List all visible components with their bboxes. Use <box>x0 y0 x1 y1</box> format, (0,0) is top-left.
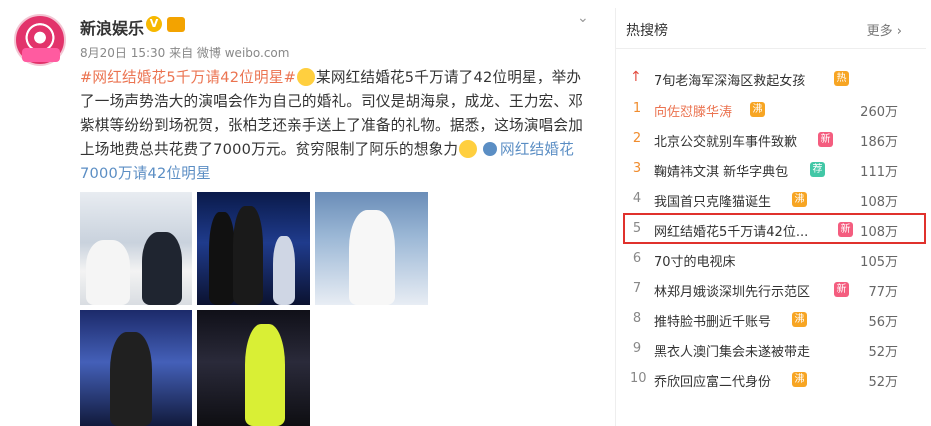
hot-search-item[interactable]: 10 乔欣回应富二代身份 沸 52万 <box>616 365 926 394</box>
post-image-4[interactable] <box>80 310 192 426</box>
post-image-1[interactable] <box>80 192 192 305</box>
hot-search-item[interactable]: 9 黑衣人澳门集会未遂被带走 52万 <box>616 335 926 364</box>
topic-link[interactable]: #网红结婚花5千万请42位明星# <box>80 69 296 86</box>
search-count: 108万 <box>860 195 898 210</box>
item-title: 向佐怼滕华涛 <box>654 105 733 120</box>
item-title: 网红结婚花5千万请42位... <box>654 225 809 240</box>
search-count: 260万 <box>860 105 898 120</box>
weibo-post: 新浪娱乐 V ⌄ 8月20日 15:30 来自 微博 weibo.com #网红… <box>0 0 600 426</box>
search-count: 105万 <box>860 255 898 270</box>
rank-number: 7 <box>632 281 642 296</box>
mc-figure <box>110 332 152 426</box>
hot-search-item[interactable]: 3 鞠婧祎文淇 新华字典包 荐 111万 <box>616 155 926 184</box>
hot-search-item[interactable]: 7 林郑月娥谈深圳先行示范区 新 77万 <box>616 275 926 304</box>
more-link[interactable]: 更多 › <box>867 20 902 39</box>
host-figure <box>233 206 263 305</box>
item-title: 推特脸书删近千账号 <box>654 315 772 330</box>
panel-title: 热搜榜 <box>626 23 668 39</box>
singer-figure <box>209 212 235 305</box>
member-badge-icon <box>167 17 185 32</box>
post-image-2[interactable] <box>197 192 310 305</box>
author-name[interactable]: 新浪娱乐 <box>80 15 144 39</box>
search-count: 56万 <box>868 315 898 330</box>
item-title: 70寸的电视床 <box>654 255 736 270</box>
item-title: 我国首只克隆猫诞生 <box>654 195 772 210</box>
item-title: 鞠婧祎文淇 新华字典包 <box>654 165 789 180</box>
item-title: 7旬老海军深海区救起女孩 <box>654 74 806 89</box>
guest-figure <box>273 236 295 305</box>
performer-figure <box>349 210 395 305</box>
hot-tag: 沸 <box>750 102 765 117</box>
hot-tag: 沸 <box>792 372 807 387</box>
item-title: 乔欣回应富二代身份 <box>654 375 772 390</box>
hot-tag: 沸 <box>792 312 807 327</box>
hot-search-item-highlighted[interactable]: 5 网红结婚花5千万请42位... 新 108万 <box>616 215 926 244</box>
emoji-icon <box>459 140 478 158</box>
new-tag: 新 <box>834 282 849 297</box>
post-text: #网红结婚花5千万请42位明星# 某网红结婚花5千万请了42位明星，举办了一场声势… <box>80 66 585 186</box>
rank-number: 10 <box>630 371 647 386</box>
search-count: 111万 <box>860 165 898 180</box>
post-image-5[interactable] <box>197 310 310 426</box>
post-image-3[interactable] <box>315 192 428 305</box>
rank-number: 4 <box>632 191 642 206</box>
bride-figure <box>86 240 130 305</box>
search-count: 52万 <box>868 345 898 360</box>
item-title: 北京公交就别车事件致歉 <box>654 135 798 150</box>
rank-number: 8 <box>632 311 642 326</box>
post-meta: 8月20日 15:30 来自 微博 weibo.com <box>80 46 290 60</box>
hot-search-item[interactable]: 1 向佐怼滕华涛 沸 260万 <box>616 95 926 124</box>
link-icon <box>483 142 498 156</box>
rank-up-icon: ↑ <box>630 69 642 85</box>
chevron-down-icon[interactable]: ⌄ <box>577 11 593 25</box>
search-count: 77万 <box>868 285 898 300</box>
divider <box>616 48 926 49</box>
search-count: 52万 <box>868 375 898 390</box>
verified-icon: V <box>146 16 162 32</box>
rank-number: 9 <box>632 341 642 356</box>
rank-number: 2 <box>632 131 642 146</box>
search-count: 108万 <box>860 225 898 240</box>
rank-number: 1 <box>632 101 642 116</box>
emoji-icon <box>297 68 316 86</box>
rank-number: 6 <box>632 251 642 266</box>
hot-search-item[interactable]: 2 北京公交就别车事件致歉 新 186万 <box>616 125 926 154</box>
recommend-tag: 荐 <box>810 162 825 177</box>
rank-number: 5 <box>632 221 642 236</box>
hot-tag: 热 <box>834 71 849 86</box>
rank-number: 3 <box>632 161 642 176</box>
hot-search-item[interactable]: ↑ 7旬老海军深海区救起女孩 热 <box>616 64 926 93</box>
item-title: 林郑月娥谈深圳先行示范区 <box>654 285 811 300</box>
new-tag: 新 <box>838 222 853 237</box>
groom-figure <box>142 232 182 305</box>
new-tag: 新 <box>818 132 833 147</box>
search-count: 186万 <box>860 135 898 150</box>
item-title: 黑衣人澳门集会未遂被带走 <box>654 345 811 360</box>
hot-search-item[interactable]: 4 我国首只克隆猫诞生 沸 108万 <box>616 185 926 214</box>
singer-figure <box>245 324 285 426</box>
author-avatar[interactable] <box>14 14 66 66</box>
hot-search-item[interactable]: 8 推特脸书删近千账号 沸 56万 <box>616 305 926 334</box>
hot-tag: 沸 <box>792 192 807 207</box>
avatar-badge <box>22 48 60 62</box>
hot-search-panel: 热搜榜 更多 › ↑ 7旬老海军深海区救起女孩 热 1 向佐怼滕华涛 沸 260… <box>615 8 931 426</box>
hot-search-item[interactable]: 6 70寸的电视床 105万 <box>616 245 926 274</box>
